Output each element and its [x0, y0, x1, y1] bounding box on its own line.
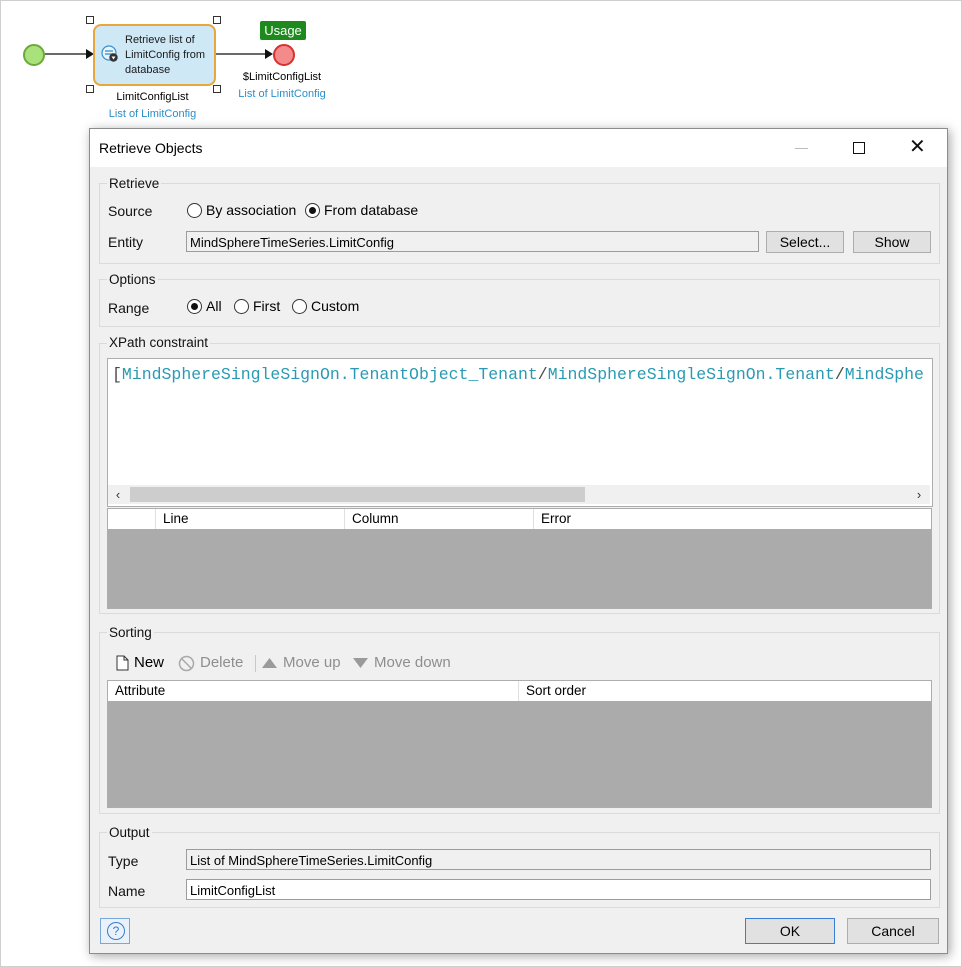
range-all-radio[interactable]: [187, 299, 202, 314]
xpath-segment: MindSphereSingleSignOn.TenantObject_Tena…: [121, 365, 538, 384]
sorting-group-label: Sorting: [107, 625, 154, 640]
activity-output-name: LimitConfigList: [116, 91, 189, 103]
xpath-errors-grid: Line Column Error: [107, 508, 932, 609]
range-custom-radio[interactable]: [292, 299, 307, 314]
maximize-icon: [853, 142, 865, 154]
dialog-title: Retrieve Objects: [99, 140, 203, 156]
retrieve-database-icon: [101, 45, 118, 62]
sorting-move-up-label: Move up: [283, 654, 341, 671]
output-group-label: Output: [107, 825, 152, 840]
help-button[interactable]: ?: [100, 918, 130, 944]
sorting-delete-button[interactable]: Delete: [178, 652, 243, 674]
delete-icon: [178, 655, 195, 671]
close-button[interactable]: ✕: [888, 129, 946, 167]
sorting-delete-label: Delete: [200, 654, 244, 671]
source-by-association-label[interactable]: By association: [206, 202, 296, 218]
sort-col-sort-order[interactable]: Sort order: [519, 681, 931, 701]
range-first-radio[interactable]: [234, 299, 249, 314]
source-label: Source: [108, 203, 153, 219]
ok-button[interactable]: OK: [745, 918, 835, 944]
end-event[interactable]: [273, 44, 295, 66]
cancel-button[interactable]: Cancel: [847, 918, 939, 944]
xpath-separator: /: [834, 365, 845, 384]
close-icon: ✕: [909, 136, 926, 158]
retrieve-group-label: Retrieve: [107, 176, 162, 191]
error-col-line[interactable]: Line: [156, 509, 345, 529]
activity-caption: Retrieve list of LimitConfig from databa…: [125, 34, 206, 76]
show-entity-button[interactable]: Show: [853, 231, 931, 253]
sorting-grid-header: Attribute Sort order: [108, 681, 931, 701]
sorting-move-down-label: Move down: [374, 654, 451, 671]
new-document-icon: [116, 655, 129, 671]
xpath-segment: MindSphereSingleSignOn.Tenant: [547, 365, 835, 384]
sorting-grid: Attribute Sort order: [107, 680, 932, 808]
xpath-horizontal-scrollbar[interactable]: ‹ ›: [108, 485, 930, 504]
start-event[interactable]: [23, 44, 45, 66]
minimize-button[interactable]: [772, 129, 830, 167]
output-type-field: List of MindSphereTimeSeries.LimitConfig: [186, 849, 931, 870]
minimize-icon: [795, 148, 808, 149]
retrieve-objects-dialog: Retrieve Objects ✕ Retrieve Source By as…: [89, 128, 948, 954]
xpath-segment: MindSphe: [844, 365, 924, 384]
sorting-move-up-button[interactable]: Move up: [261, 652, 341, 674]
output-name-input[interactable]: LimitConfigList: [186, 879, 931, 900]
selection-handle[interactable]: [86, 16, 94, 24]
sorting-new-button[interactable]: New: [116, 652, 164, 674]
entity-field[interactable]: MindSphereTimeSeries.LimitConfig: [186, 231, 759, 252]
dialog-titlebar: Retrieve Objects ✕: [90, 129, 947, 167]
end-return-type: List of LimitConfig: [238, 88, 326, 100]
error-col-column[interactable]: Column: [345, 509, 534, 529]
xpath-constraint-text[interactable]: [MindSphereSingleSignOn.TenantObject_Ten…: [112, 365, 924, 384]
options-group-label: Options: [107, 272, 158, 287]
error-col-indicator[interactable]: [108, 509, 156, 529]
sort-col-attribute[interactable]: Attribute: [108, 681, 519, 701]
selection-handle[interactable]: [213, 85, 221, 93]
help-icon: ?: [107, 922, 125, 940]
sorting-move-down-button[interactable]: Move down: [352, 652, 451, 674]
activity-output-type: List of LimitConfig: [108, 108, 197, 120]
toolbar-divider: [255, 655, 256, 672]
maximize-button[interactable]: [830, 129, 888, 167]
scroll-left-icon[interactable]: ‹: [109, 485, 127, 504]
xpath-errors-header: Line Column Error: [108, 509, 931, 529]
arrow-up-icon: [262, 658, 277, 669]
range-label: Range: [108, 300, 150, 316]
range-all-label[interactable]: All: [206, 298, 222, 314]
xpath-group-label: XPath constraint: [107, 335, 211, 350]
source-from-database-label[interactable]: From database: [324, 202, 418, 218]
arrow-down-icon: [353, 658, 368, 669]
scroll-thumb[interactable]: [130, 487, 585, 502]
select-entity-button[interactable]: Select...: [766, 231, 844, 253]
range-first-label[interactable]: First: [253, 298, 280, 314]
output-name-label: Name: [108, 883, 146, 899]
retrieve-activity[interactable]: Retrieve list of LimitConfig from databa…: [93, 24, 216, 86]
selection-handle[interactable]: [213, 16, 221, 24]
error-col-error[interactable]: Error: [534, 509, 931, 529]
source-from-database-radio[interactable]: [305, 203, 320, 218]
scroll-right-icon[interactable]: ›: [910, 485, 928, 504]
options-group: [99, 279, 940, 327]
xpath-separator: /: [537, 365, 548, 384]
xpath-open-bracket: [: [112, 365, 122, 384]
usage-badge[interactable]: Usage: [260, 21, 306, 40]
end-return-name: $LimitConfigList: [242, 71, 322, 83]
entity-label: Entity: [108, 234, 144, 250]
range-custom-label[interactable]: Custom: [311, 298, 359, 314]
source-by-association-radio[interactable]: [187, 203, 202, 218]
xpath-editor[interactable]: [MindSphereSingleSignOn.TenantObject_Ten…: [107, 358, 933, 507]
sorting-new-label: New: [134, 654, 165, 671]
output-type-label: Type: [108, 853, 139, 869]
